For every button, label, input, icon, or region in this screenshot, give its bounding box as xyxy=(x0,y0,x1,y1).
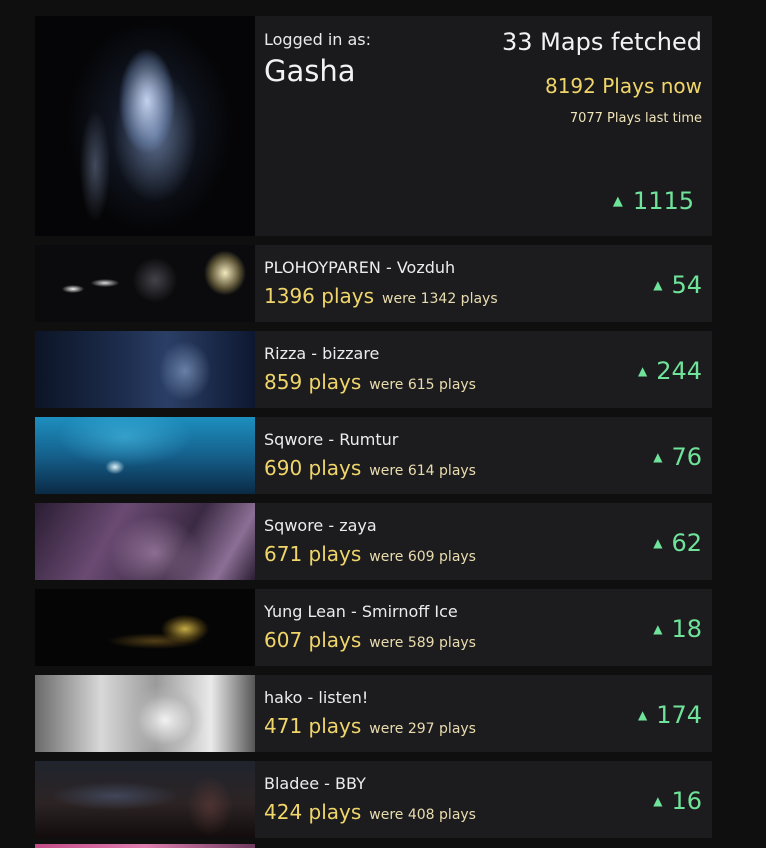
arrow-up-icon: ▲ xyxy=(637,708,648,722)
total-delta-value: 1115 xyxy=(632,187,694,215)
current-plays: 424 plays xyxy=(264,800,362,824)
map-delta-value: 62 xyxy=(671,529,702,557)
previous-plays: were 1342 plays xyxy=(382,291,498,307)
stats-container: Logged in as: Gasha 33 Maps fetched 8192… xyxy=(35,16,712,847)
map-plays: 424 plays were 408 plays xyxy=(264,800,476,824)
previous-plays: were 614 plays xyxy=(369,463,476,479)
arrow-up-icon: ▲ xyxy=(637,364,648,378)
map-row[interactable]: Sqwore - Rumtur 690 plays were 614 plays … xyxy=(35,417,712,494)
map-plays: 690 plays were 614 plays xyxy=(264,456,476,480)
map-plays: 1396 plays were 1342 plays xyxy=(264,284,498,308)
map-plays: 471 plays were 297 plays xyxy=(264,714,476,738)
current-plays: 471 plays xyxy=(264,714,362,738)
map-title: Bladee - BBY xyxy=(264,774,366,793)
previous-plays: were 609 plays xyxy=(369,549,476,565)
arrow-up-icon: ▲ xyxy=(612,194,623,209)
map-title: Yung Lean - Smirnoff Ice xyxy=(264,602,458,621)
current-plays: 859 plays xyxy=(264,370,362,394)
map-thumbnail xyxy=(35,331,255,408)
arrow-up-icon: ▲ xyxy=(653,794,663,808)
plays-now: 8192 Plays now xyxy=(544,74,702,98)
map-thumbnail xyxy=(35,675,255,752)
map-row[interactable]: PLOHOYPAREN - Vozduh 1396 plays were 1342… xyxy=(35,245,712,322)
map-title: Rizza - bizzare xyxy=(264,344,380,363)
user-avatar xyxy=(35,16,255,236)
current-plays: 607 plays xyxy=(264,628,362,652)
map-thumbnail xyxy=(35,589,255,666)
map-row[interactable]: Sqwore - zaya 671 plays were 609 plays ▲ 6… xyxy=(35,503,712,580)
arrow-up-icon: ▲ xyxy=(653,622,663,636)
map-delta: ▲ 54 xyxy=(653,271,702,299)
next-map-thumbnail-edge xyxy=(35,844,255,848)
profile-card: Logged in as: Gasha 33 Maps fetched 8192… xyxy=(35,16,712,236)
map-delta-value: 16 xyxy=(671,787,702,815)
map-row[interactable]: Bladee - BBY 424 plays were 408 plays ▲ 16 xyxy=(35,761,712,838)
current-plays: 690 plays xyxy=(264,456,362,480)
map-row[interactable]: Yung Lean - Smirnoff Ice 607 plays were 5… xyxy=(35,589,712,666)
previous-plays: were 408 plays xyxy=(369,807,476,823)
plays-last-time: 7077 Plays last time xyxy=(569,111,702,126)
arrow-up-icon: ▲ xyxy=(653,536,663,550)
map-thumbnail xyxy=(35,761,255,838)
map-delta: ▲ 76 xyxy=(653,443,702,471)
previous-plays: were 615 plays xyxy=(369,377,476,393)
map-row[interactable]: Rizza - bizzare 859 plays were 615 plays … xyxy=(35,331,712,408)
map-thumbnail xyxy=(35,503,255,580)
arrow-up-icon: ▲ xyxy=(653,450,663,464)
current-plays: 1396 plays xyxy=(264,284,375,308)
map-delta-value: 174 xyxy=(656,701,702,729)
arrow-up-icon: ▲ xyxy=(653,278,663,292)
map-plays: 671 plays were 609 plays xyxy=(264,542,476,566)
map-delta-value: 244 xyxy=(656,357,702,385)
logged-in-label: Logged in as: xyxy=(264,30,372,49)
previous-plays: were 589 plays xyxy=(369,635,476,651)
current-plays: 671 plays xyxy=(264,542,362,566)
map-delta: ▲ 18 xyxy=(653,615,702,643)
map-delta-value: 76 xyxy=(671,443,702,471)
map-row[interactable]: hako - listen! 471 plays were 297 plays ▲… xyxy=(35,675,712,752)
map-thumbnail xyxy=(35,417,255,494)
map-delta-value: 18 xyxy=(671,615,702,643)
map-delta: ▲ 244 xyxy=(638,357,702,385)
map-delta: ▲ 174 xyxy=(638,701,702,729)
total-delta: ▲ 1115 xyxy=(613,187,694,215)
map-title: Sqwore - Rumtur xyxy=(264,430,399,449)
map-title: Sqwore - zaya xyxy=(264,516,377,535)
username: Gasha xyxy=(264,54,356,88)
previous-plays: were 297 plays xyxy=(369,721,476,737)
map-thumbnail xyxy=(35,245,255,322)
map-delta: ▲ 62 xyxy=(653,529,702,557)
map-title: hako - listen! xyxy=(264,688,369,707)
map-title: PLOHOYPAREN - Vozduh xyxy=(264,258,456,277)
map-plays: 607 plays were 589 plays xyxy=(264,628,476,652)
maps-fetched-count: 33 Maps fetched xyxy=(502,28,702,56)
map-delta-value: 54 xyxy=(671,271,702,299)
map-delta: ▲ 16 xyxy=(653,787,702,815)
map-plays: 859 plays were 615 plays xyxy=(264,370,476,394)
